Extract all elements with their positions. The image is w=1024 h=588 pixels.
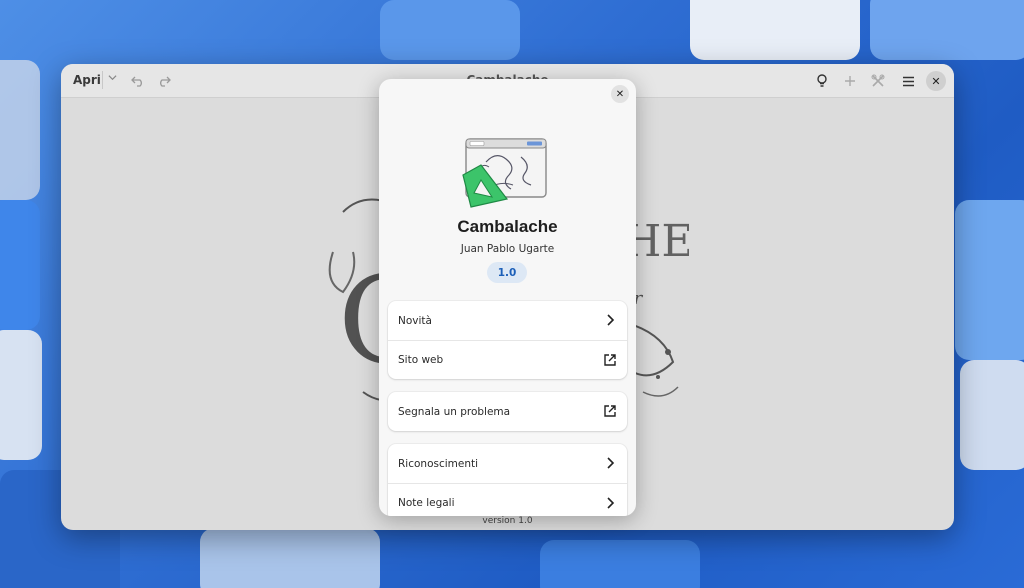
wallpaper-shape [0,200,40,330]
chevron-right-icon [607,314,615,326]
external-link-icon [604,405,616,417]
row-label: Sito web [398,354,444,366]
app-logo-icon [462,138,547,208]
credits-card: Riconoscimenti Note legali [388,444,627,516]
chevron-right-icon [607,457,615,469]
row-note-legali[interactable]: Note legali [388,483,627,516]
row-novita[interactable]: Novità [388,301,627,340]
wallpaper-shape [200,528,380,588]
links-card: Novità Sito web [388,301,627,379]
row-sito-web[interactable]: Sito web [388,340,627,379]
row-riconoscimenti[interactable]: Riconoscimenti [388,444,627,483]
close-icon[interactable]: ✕ [611,85,629,103]
row-segnala-problema[interactable]: Segnala un problema [388,392,627,431]
row-label: Riconoscimenti [398,457,479,470]
chevron-right-icon [607,497,615,509]
wallpaper-shape [380,0,520,60]
version-footer: version 1.0 [482,516,533,526]
hamburger-menu-icon[interactable] [897,69,919,93]
about-dialog: ✕ Cambalache Juan Pablo Ugarte 1.0 Novit… [379,79,636,516]
app-developer: Juan Pablo Ugarte [460,243,555,255]
issue-card: Segnala un problema [388,392,627,431]
tools-icon[interactable] [867,69,889,93]
row-label: Segnala un problema [398,405,511,418]
wallpaper-shape [960,360,1024,470]
lightbulb-icon[interactable] [811,69,833,93]
plus-icon[interactable] [839,69,861,93]
wallpaper-shape [540,540,700,588]
row-label: Note legali [398,497,455,509]
wallpaper-shape [870,0,1024,60]
external-link-icon [604,354,616,366]
version-badge[interactable]: 1.0 [487,262,527,283]
app-name: Cambalache [457,217,558,236]
row-label: Novità [398,314,432,327]
wallpaper-shape [0,60,40,200]
close-icon[interactable]: ✕ [926,71,946,91]
wallpaper-shape [0,330,42,460]
wallpaper-shape [955,200,1024,360]
wallpaper-shape [690,0,860,60]
